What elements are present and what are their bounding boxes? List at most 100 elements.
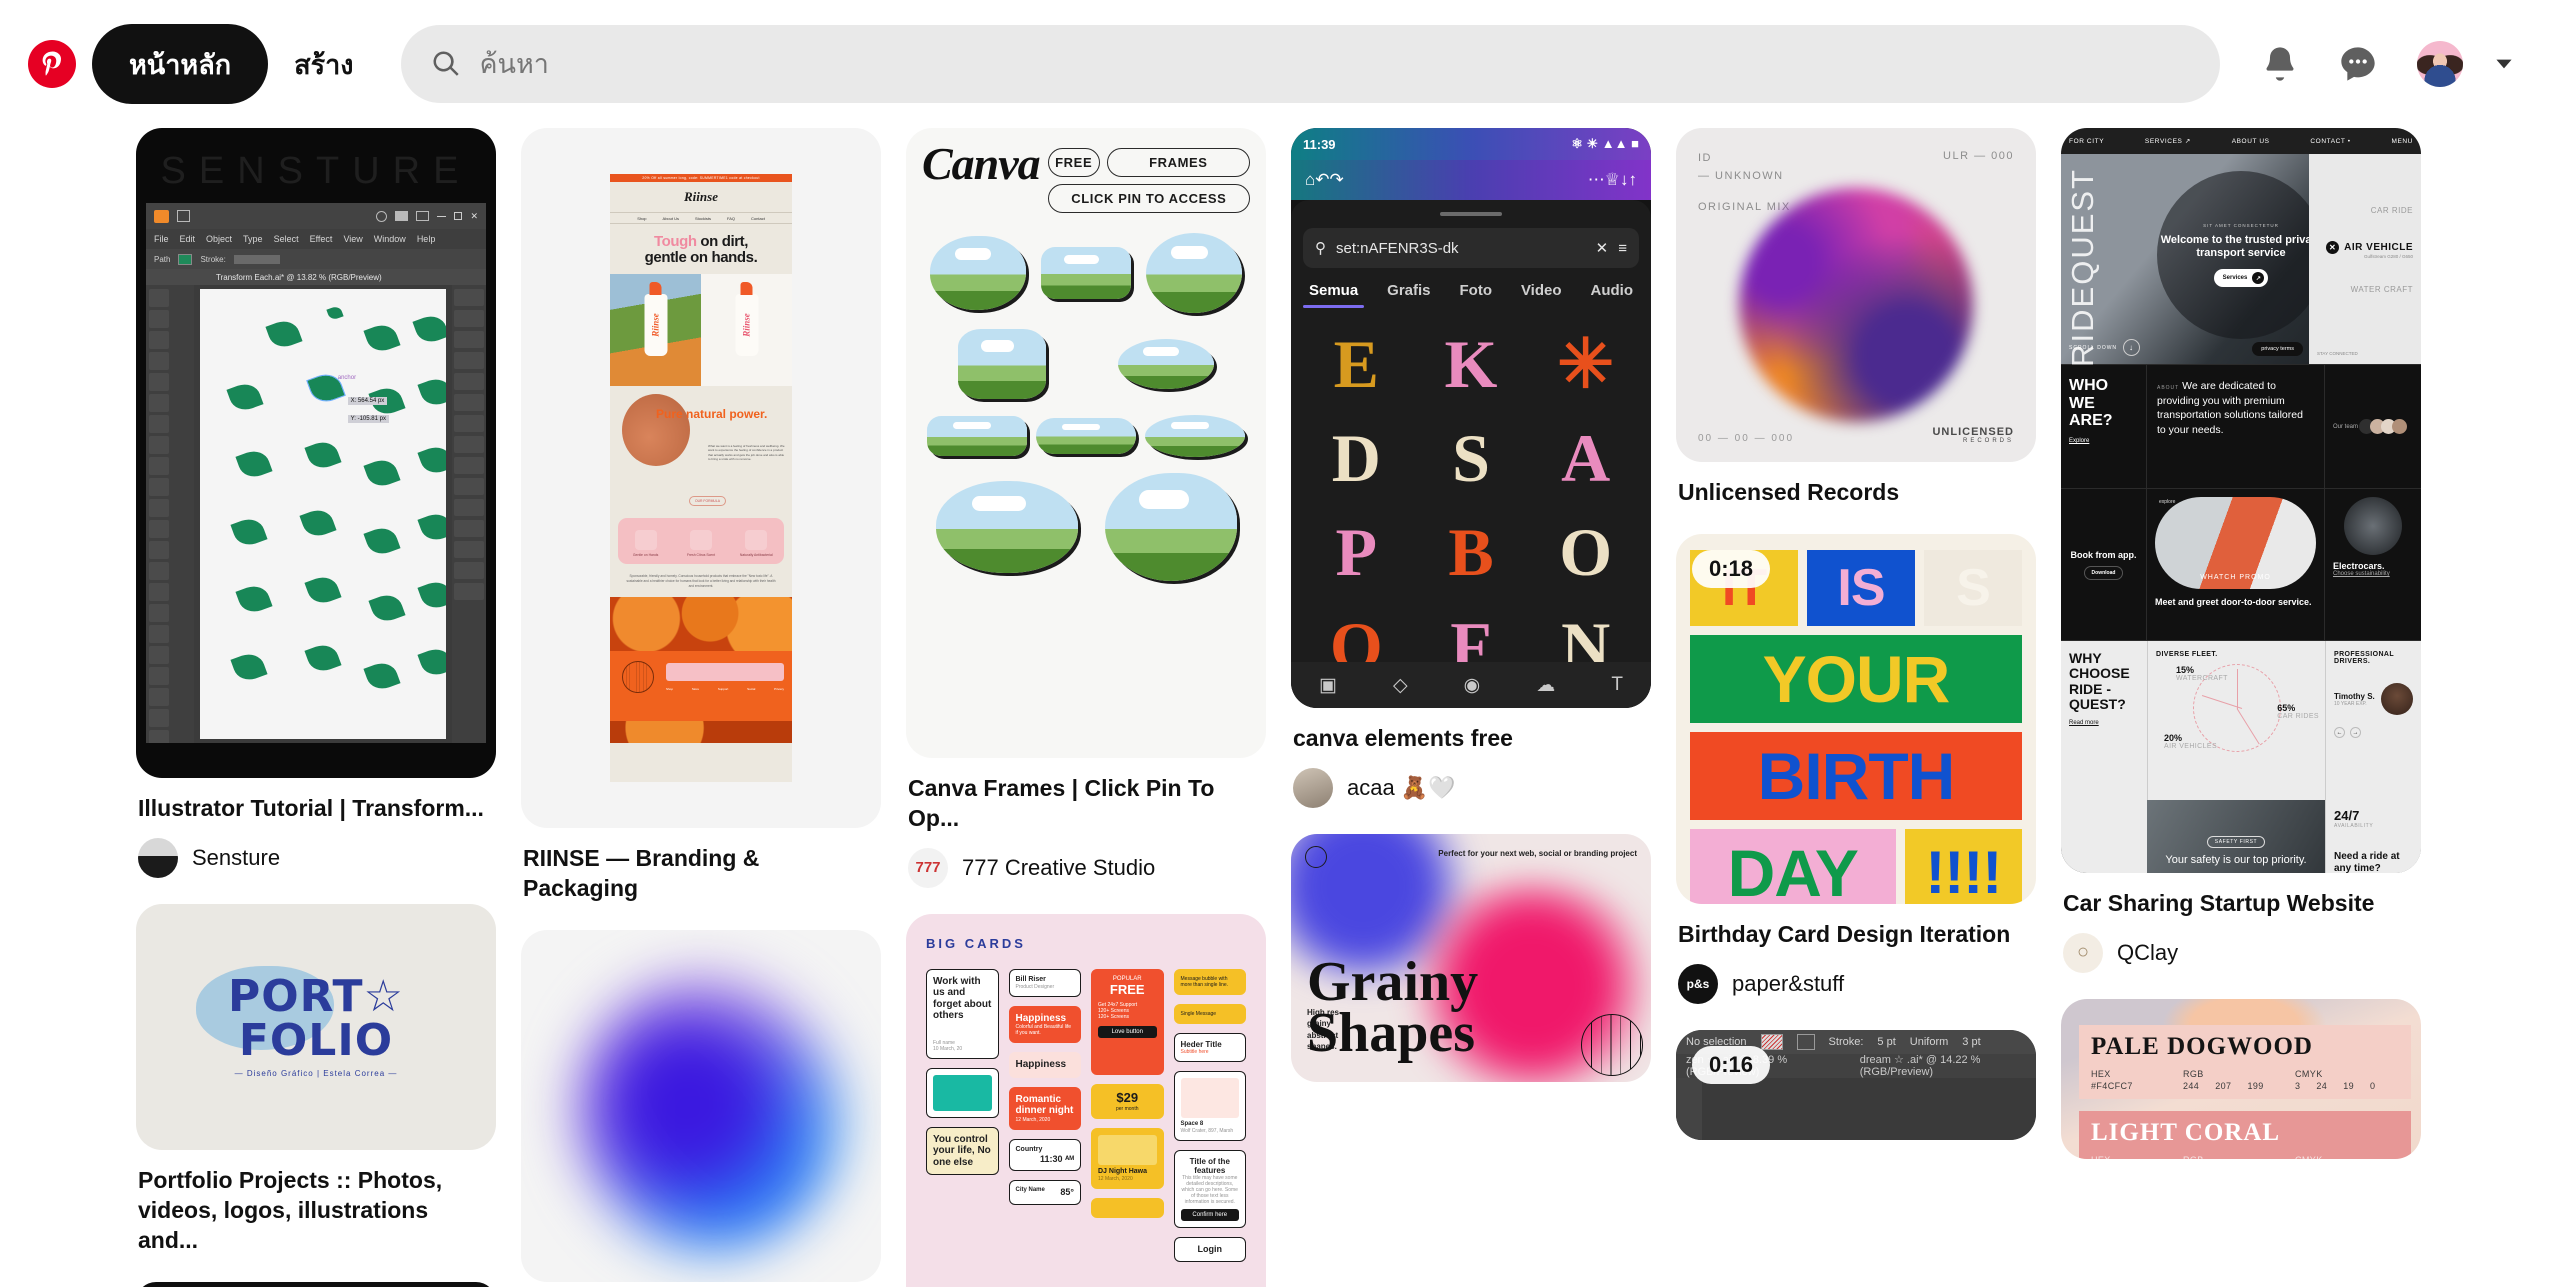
confirm-button[interactable]: Confirm here	[1180, 1209, 1239, 1222]
card-city[interactable]: City Name 85°	[1008, 1180, 1081, 1205]
pin-image-canva-frames[interactable]: Canva FREE FRAMES CLICK PIN TO ACCESS	[906, 128, 1266, 758]
download-icon[interactable]: ↓	[1620, 170, 1629, 190]
frame-starburst[interactable]	[958, 329, 1046, 399]
promo-explore-label[interactable]: explore	[2159, 499, 2175, 505]
filter-icon[interactable]: ≡	[1618, 240, 1627, 257]
pin-author[interactable]: 777 777 Creative Studio	[908, 847, 1264, 888]
element-letter[interactable]: ✳	[1532, 321, 1639, 407]
tool-line[interactable]	[149, 436, 169, 454]
pin-title[interactable]: RIINSE — Branding & Packaging	[523, 844, 879, 904]
frame-oval[interactable]	[935, 481, 1078, 573]
card-yellow-extra[interactable]	[1091, 1197, 1164, 1218]
clear-icon[interactable]: ✕	[1596, 239, 1609, 257]
panel-properties[interactable]	[454, 289, 484, 306]
tools-panel[interactable]	[146, 285, 194, 743]
drag-handle[interactable]	[1440, 212, 1502, 216]
card-login[interactable]: Login	[1173, 1237, 1246, 1262]
card-pricing[interactable]: POPULAR FREE Get 24x7 Support 120+ Scree…	[1091, 968, 1164, 1075]
card-map[interactable]: Space 8 Wolf Crater, 897, Marsh	[1173, 1070, 1246, 1141]
pin-card-unlicensed-records[interactable]: ID — UNKNOWN ORIGINAL MIX ULR — 000 00 —…	[1676, 128, 2036, 508]
pin-author[interactable]: ○ QClay	[2063, 932, 2419, 973]
tool-mesh[interactable]	[149, 667, 169, 685]
panel-brushes[interactable]	[454, 415, 484, 432]
pin-image-illustrator[interactable]: SENSTURE ✕ File Edit Object Type Select …	[136, 128, 496, 778]
menu-select[interactable]: Select	[274, 234, 299, 244]
element-letter[interactable]: S	[1418, 415, 1525, 501]
tool-rotate[interactable]	[149, 541, 169, 559]
card-work[interactable]: Work with us and forget about others Ful…	[926, 968, 999, 1059]
driver-carousel-controls[interactable]: ← →	[2334, 727, 2413, 738]
panel-appearance[interactable]	[454, 373, 484, 390]
tool-selection[interactable]	[149, 289, 169, 307]
design-icon[interactable]: ▣	[1319, 674, 1337, 697]
tool-scale[interactable]	[149, 562, 169, 580]
pin-card-big-cards-ui-kit[interactable]: BIG CARDS Work with us and forget about …	[906, 913, 1266, 1287]
menu-file[interactable]: File	[154, 234, 169, 244]
element-letter[interactable]: P	[1303, 509, 1410, 595]
stroke-profile[interactable]: Uniform	[1910, 1036, 1949, 1048]
tool-direct-selection[interactable]	[149, 310, 169, 328]
document-tab-2[interactable]: dream ☆ .ai* @ 14.22 % (RGB/Preview)	[1860, 1053, 2026, 1078]
nav-services[interactable]: SERVICES ↗	[2145, 137, 2191, 145]
pin-image-portfolio[interactable]: PORT☆ FOLIO — Diseño Gráfico | Estela Co…	[136, 903, 496, 1150]
pin-title[interactable]: Canva Frames | Click Pin To Op...	[908, 774, 1264, 834]
more-icon[interactable]: ⋯	[1588, 170, 1605, 190]
card-photo[interactable]	[926, 1067, 999, 1118]
frame-circle[interactable]	[1146, 233, 1243, 313]
element-letter[interactable]: B	[1418, 509, 1525, 595]
panel-symbols[interactable]	[454, 436, 484, 453]
pin-title[interactable]: Car Sharing Startup Website	[2063, 889, 2419, 919]
panels-dock[interactable]	[452, 285, 486, 743]
card-single-message[interactable]: Single Message	[1173, 1003, 1246, 1024]
frame-blob[interactable]	[929, 236, 1026, 310]
card-romantic[interactable]: Romantic dinner night 12 March, 2020	[1008, 1086, 1081, 1130]
nav-stockists[interactable]: Stockists	[695, 216, 711, 221]
card-control[interactable]: You control your life, No one else	[926, 1126, 999, 1176]
upload-icon[interactable]: ☁	[1536, 674, 1555, 697]
element-letter[interactable]: K	[1418, 321, 1525, 407]
frame-rounded-rect[interactable]	[926, 416, 1027, 456]
pin-card-color-palette[interactable]: PALE DOGWOOD HEX #F4CFC7 RGB 244 207 199	[2061, 998, 2421, 1159]
pin-card-birthday[interactable]: 0:18 IT IS S YOUR BIRTH DAY !!!! Birthda…	[1676, 533, 2036, 1004]
card-happiness-pink[interactable]: Happiness	[1008, 1052, 1081, 1078]
pin-card-grainy-shapes[interactable]: Perfect for your next web, social or bra…	[1291, 833, 1651, 1082]
camera-icon[interactable]: ◉	[1464, 674, 1481, 697]
newsletter-field[interactable]	[666, 663, 784, 682]
element-letter[interactable]: O	[1532, 509, 1639, 595]
pin-image-palette[interactable]: PALE DOGWOOD HEX #F4CFC7 RGB 244 207 199	[2061, 998, 2421, 1159]
pin-image-birthday[interactable]: 0:18 IT IS S YOUR BIRTH DAY !!!!	[1676, 533, 2036, 904]
pin-author[interactable]: Sensture	[138, 837, 494, 878]
pin-image-grainy-shapes[interactable]: Perfect for your next web, social or bra…	[1291, 833, 1651, 1082]
promo-image[interactable]: WHATCH PROMO	[2155, 497, 2316, 589]
pin-card-car-sharing[interactable]: FOR CITY SERVICES ↗ ABOUT US CONTACT • M…	[2061, 128, 2421, 973]
pin-author[interactable]: acaa 🧸🤍	[1293, 767, 1649, 808]
pin-title[interactable]: Unlicensed Records	[1678, 478, 2034, 508]
scroll-down-button[interactable]: SCROLL DOWN ↓	[2069, 339, 2141, 356]
pin-card-portfolio-projects[interactable]: PORT☆ FOLIO — Diseño Gráfico | Estela Co…	[136, 903, 496, 1256]
pin-image-canva-app[interactable]: 11:39 ⚛ ☀ ▲▲ ■ ⌂ ↶ ↷ ⋯ ♕ ↓ ↑ ⚲ set:nAFEN…	[1291, 128, 1651, 708]
tab-audio[interactable]: Audio	[1591, 282, 1634, 299]
panel-image-trace[interactable]	[454, 541, 484, 558]
service-car-ride[interactable]: CAR RIDE	[2317, 206, 2413, 215]
account-avatar-button[interactable]	[2404, 28, 2476, 100]
undo-icon[interactable]: ↶	[1315, 170, 1329, 190]
pin-card-canva-elements[interactable]: 11:39 ⚛ ☀ ▲▲ ■ ⌂ ↶ ↷ ⋯ ♕ ↓ ↑ ⚲ set:nAFEN…	[1291, 128, 1651, 808]
pin-card-tavia-gradient[interactable]: tavia	[521, 929, 881, 1287]
why-read-more[interactable]: Read more	[2069, 720, 2139, 726]
pin-card-riinse[interactable]: 20% Off all summer long, code: SUMMERTIM…	[521, 128, 881, 904]
panel-libraries[interactable]	[454, 583, 484, 600]
crown-icon[interactable]: ♕	[1605, 170, 1620, 190]
nav-menu[interactable]: MENU	[2391, 138, 2413, 145]
share-icon[interactable]: ↑	[1629, 170, 1638, 190]
element-letter[interactable]: D	[1303, 415, 1410, 501]
home-icon[interactable]: ⌂	[1305, 170, 1315, 190]
download-button[interactable]: Download	[2083, 565, 2124, 580]
tab-video[interactable]: Video	[1521, 282, 1562, 299]
panel-swatches[interactable]	[454, 331, 484, 348]
tab-grafis[interactable]: Grafis	[1387, 282, 1430, 299]
formula-button[interactable]: OUR FORMULA	[688, 495, 726, 506]
service-water-craft[interactable]: WATER CRAFT	[2317, 285, 2413, 294]
safety-block[interactable]: SAFETY FIRST Your safety is our top prio…	[2147, 800, 2325, 873]
panel-align[interactable]	[454, 499, 484, 516]
carousel-prev-icon[interactable]: ←	[2334, 727, 2345, 738]
